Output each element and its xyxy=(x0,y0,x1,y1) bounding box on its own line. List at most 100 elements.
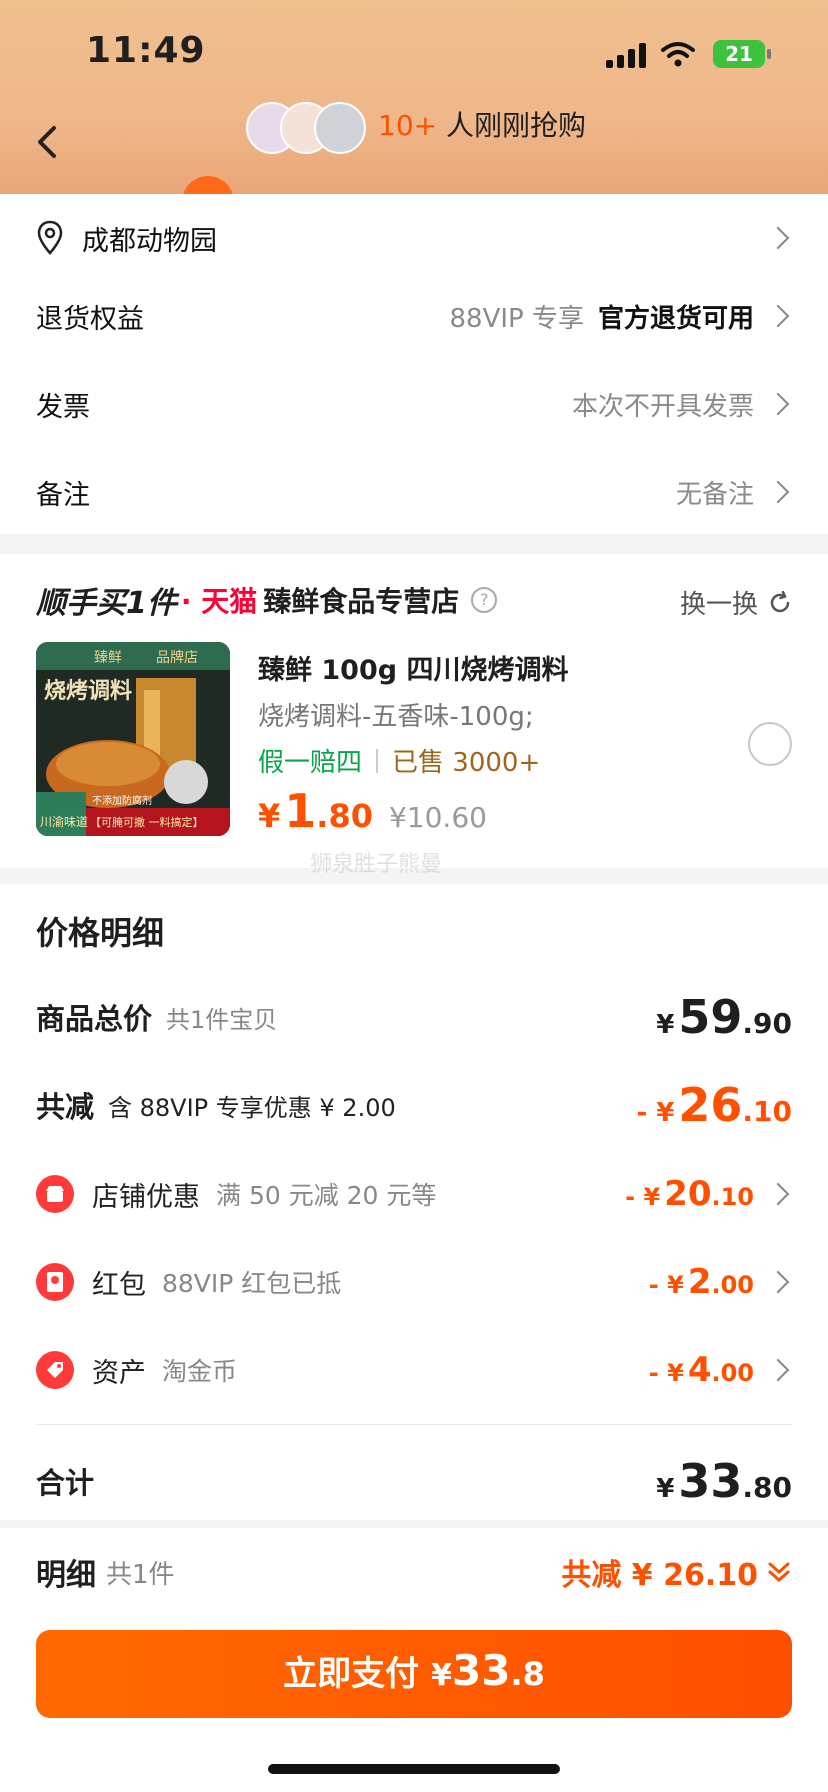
product-slogan-text: 【可腌可撒 一料搞定】 xyxy=(90,815,204,829)
remark-row[interactable]: 备注 无备注 xyxy=(36,462,792,522)
remark-label: 备注 xyxy=(36,479,90,511)
total-reduce-amount: - ¥ 26 .10 xyxy=(636,1078,792,1132)
chevron-right-icon xyxy=(766,1358,790,1382)
help-icon[interactable]: ? xyxy=(471,587,498,613)
pay-now-button[interactable]: 立即支付 ¥ 33 .8 xyxy=(36,1630,792,1718)
product-tags: 假一赔四 已售 3000+ xyxy=(258,742,540,779)
shop-discount-row[interactable]: 店铺优惠 满 50 元减 20 元等 - ¥ 20 .10 xyxy=(36,1174,792,1214)
grand-total-row: 合计 ¥ 33 .80 xyxy=(36,1454,792,1508)
shop-icon xyxy=(36,1175,74,1213)
buyer-avatars xyxy=(246,102,366,154)
pay-decimal: .8 xyxy=(510,1655,545,1693)
sold-count-tag: 已售 3000+ xyxy=(392,748,541,778)
total-reduce-note: 含 88VIP 专享优惠 ¥ 2.00 xyxy=(108,1093,396,1122)
wifi-icon xyxy=(661,42,695,67)
currency-symbol: - ¥ xyxy=(648,1271,684,1299)
pay-now-label: 立即支付 xyxy=(283,1654,420,1694)
detail-count: 共1件 xyxy=(106,1559,175,1590)
total-reduce-label: 共减 xyxy=(36,1090,95,1124)
return-rights-row[interactable]: 退货权益 88VIP 专享 官方退货可用 xyxy=(36,286,792,346)
currency-symbol: ¥ xyxy=(656,1474,675,1504)
price-symbol: ¥ xyxy=(258,797,281,835)
total-price-row: 商品总价 共1件宝贝 ¥ 59 .90 xyxy=(36,990,792,1044)
chevron-right-icon xyxy=(766,226,790,250)
battery-icon: 21 xyxy=(713,40,771,68)
divider xyxy=(36,1424,792,1425)
amount-decimal: .00 xyxy=(711,1271,754,1299)
assets-amount: - ¥ 4 .00 xyxy=(649,1350,754,1390)
return-rights-vip: 88VIP 专享 xyxy=(449,303,584,334)
tag-divider xyxy=(376,748,379,773)
shop-discount-amount: - ¥ 20 .10 xyxy=(625,1174,754,1214)
address-row[interactable]: 成都动物园 xyxy=(36,208,792,268)
home-indicator[interactable] xyxy=(268,1764,560,1774)
location-pin-icon xyxy=(37,220,63,255)
red-packet-note: 88VIP 红包已抵 xyxy=(162,1269,342,1298)
amount-decimal: .00 xyxy=(711,1359,754,1387)
guarantee-tag: 假一赔四 xyxy=(258,748,363,778)
shop-discount-note: 满 50 元减 20 元等 xyxy=(216,1181,437,1210)
currency-symbol: - ¥ xyxy=(625,1183,661,1211)
red-packet-row[interactable]: 红包 88VIP 红包已抵 - ¥ 2 .00 xyxy=(36,1262,792,1302)
product-name[interactable]: 臻鲜 100g 四川烧烤调料 xyxy=(258,648,569,687)
product-artwork: 臻鲜 品牌店 烧烤调料 川渝味道 【可腌可撒 一料搞定】 不添加防腐剂 xyxy=(36,642,230,836)
amount-decimal: .10 xyxy=(742,1095,792,1128)
product-image[interactable]: 臻鲜 品牌店 烧烤调料 川渝味道 【可腌可撒 一料搞定】 不添加防腐剂 xyxy=(36,642,230,836)
amount-decimal: .90 xyxy=(742,1007,792,1040)
swap-label: 换一换 xyxy=(679,590,758,620)
product-title-text: 烧烤调料 xyxy=(44,678,132,704)
invoice-row[interactable]: 发票 本次不开具发票 xyxy=(36,374,792,434)
grand-total-label: 合计 xyxy=(36,1466,95,1500)
chevron-right-icon xyxy=(766,1182,790,1206)
coupon-tag-icon xyxy=(36,1351,74,1389)
avatar xyxy=(314,102,366,154)
product-brand-text: 臻鲜 xyxy=(94,650,122,666)
amount-decimal: .80 xyxy=(742,1471,792,1504)
invoice-value: 本次不开具发票 xyxy=(571,391,754,422)
assets-label: 资产 xyxy=(92,1357,146,1389)
amount-integer: 4 xyxy=(687,1350,712,1390)
chevron-right-icon xyxy=(766,392,790,416)
grand-total-amount: ¥ 33 .80 xyxy=(656,1454,792,1508)
double-chevron-down-icon xyxy=(768,1562,790,1583)
refresh-icon xyxy=(770,590,790,612)
back-button[interactable] xyxy=(28,122,68,162)
amount-integer: 33 xyxy=(678,1454,743,1508)
status-time: 11:49 xyxy=(86,30,206,71)
red-packet-amount: - ¥ 2 .00 xyxy=(649,1262,754,1302)
price-decimal: .80 xyxy=(316,797,373,835)
store-name[interactable]: 臻鲜食品专营店 xyxy=(263,580,459,620)
chevron-right-icon xyxy=(766,1270,790,1294)
total-price-amount: ¥ 59 .90 xyxy=(656,990,792,1044)
return-rights-value: 官方退货可用 xyxy=(597,303,754,334)
currency-symbol: - ¥ xyxy=(648,1359,684,1387)
add-on-select-radio[interactable] xyxy=(748,722,792,766)
assets-row[interactable]: 资产 淘金币 - ¥ 4 .00 xyxy=(36,1350,792,1390)
product-feature-text: 不添加防腐剂 xyxy=(92,794,152,807)
recent-buyers-text: 10+ 人刚刚抢购 xyxy=(378,104,586,144)
order-header: 11:49 21 10+ 人刚刚抢购 xyxy=(0,0,828,202)
detail-label: 明细 xyxy=(36,1558,96,1593)
product-price: ¥ 1 .80 ¥10.60 xyxy=(258,784,487,838)
pay-integer: 33 xyxy=(452,1646,511,1695)
price-integer: 1 xyxy=(284,784,317,838)
amount-integer: 20 xyxy=(664,1174,712,1214)
address-label: 成都动物园 xyxy=(82,225,217,257)
price-detail-title: 价格明细 xyxy=(36,914,165,952)
amount-integer: 2 xyxy=(687,1262,712,1302)
signal-icon xyxy=(606,42,648,68)
amount-integer: 59 xyxy=(678,990,743,1044)
buyers-label: 人刚刚抢购 xyxy=(446,109,587,142)
original-price: ¥10.60 xyxy=(388,801,487,834)
detail-reduce[interactable]: 共减 ¥ 26.10 xyxy=(561,1550,792,1594)
total-price-note: 共1件宝贝 xyxy=(166,1005,278,1034)
watermark: 狮泉胜子熊曼 xyxy=(310,852,443,877)
currency-symbol: - ¥ xyxy=(636,1098,675,1128)
amount-decimal: .10 xyxy=(711,1183,754,1211)
return-rights-label: 退货权益 xyxy=(36,303,144,335)
product-flavor-text: 川渝味道 xyxy=(40,814,88,829)
detail-summary-row[interactable]: 明细 共1件 共减 ¥ 26.10 xyxy=(36,1550,792,1594)
add-on-brand: 顺手买1件 xyxy=(36,586,177,621)
swap-button[interactable]: 换一换 xyxy=(680,584,792,621)
total-reduce-row: 共减 含 88VIP 专享优惠 ¥ 2.00 - ¥ 26 .10 xyxy=(36,1078,792,1132)
